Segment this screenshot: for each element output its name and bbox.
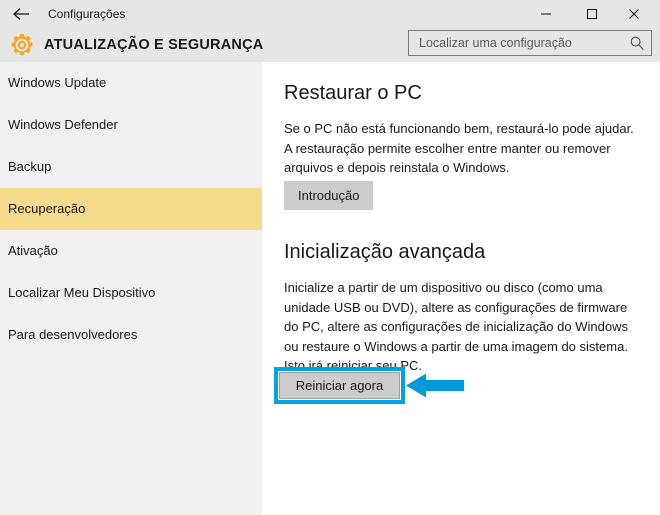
sidebar-item-label: Backup	[8, 159, 52, 174]
sidebar-item-ativacao[interactable]: Ativação	[0, 230, 262, 272]
sidebar-item-recuperacao[interactable]: Recuperação	[0, 188, 262, 230]
reset-pc-heading: Restaurar o PC	[284, 82, 422, 104]
get-started-button[interactable]: Introdução	[284, 181, 374, 210]
advanced-startup-description: Inicialize a partir de um dispositivo ou…	[284, 280, 628, 373]
search-box[interactable]	[408, 30, 652, 56]
content-pane: Restaurar o PC Se o PC não está funciona…	[262, 62, 660, 515]
sidebar-item-label: Recuperação	[8, 201, 86, 216]
page-title: ATUALIZAÇÃO E SEGURANÇA	[44, 37, 264, 53]
minimize-button[interactable]	[528, 0, 564, 28]
window-title: Configurações	[48, 7, 126, 21]
sidebar-item-localizar-meu-dispositivo[interactable]: Localizar Meu Dispositivo	[0, 272, 262, 314]
sidebar-item-label: Windows Update	[8, 75, 107, 90]
restart-now-button[interactable]: Reiniciar agora	[279, 372, 400, 399]
sidebar-item-backup[interactable]: Backup	[0, 146, 262, 188]
settings-window: Configurações ATUALIZAÇÃO E SEGURANÇA Lo…	[0, 0, 660, 515]
search-icon[interactable]	[629, 35, 645, 51]
maximize-button[interactable]	[574, 0, 610, 28]
sidebar-nav: Windows Update Windows Defender Backup R…	[0, 62, 262, 515]
search-input[interactable]	[409, 31, 623, 55]
advanced-startup-heading: Inicialização avançada	[284, 241, 486, 263]
sidebar-item-label: Para desenvolvedores	[8, 327, 138, 342]
gear-icon	[8, 31, 36, 59]
sidebar-item-windows-defender[interactable]: Windows Defender	[0, 104, 262, 146]
title-bar: Configurações	[0, 0, 660, 28]
reset-pc-description: Se o PC não está funcionando bem, restau…	[284, 121, 634, 175]
sidebar-item-windows-update[interactable]: Windows Update	[0, 62, 262, 104]
sidebar-item-label: Ativação	[8, 243, 58, 258]
sidebar-item-label: Localizar Meu Dispositivo	[8, 285, 156, 300]
left-arrow-annotation-icon	[404, 370, 494, 402]
sidebar-item-para-desenvolvedores[interactable]: Para desenvolvedores	[0, 314, 262, 356]
sidebar-item-label: Windows Defender	[8, 117, 118, 132]
back-button[interactable]	[6, 2, 38, 26]
close-button[interactable]	[616, 0, 652, 28]
